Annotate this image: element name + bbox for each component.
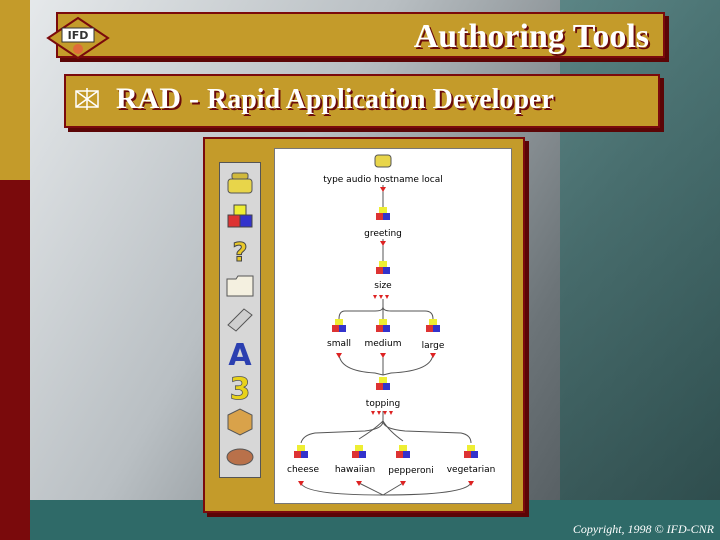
flow-node-medium[interactable]: medium: [365, 339, 402, 349]
blocks-icon[interactable]: [224, 201, 256, 233]
flow-node-small[interactable]: small: [327, 339, 351, 349]
small-node-icon: [332, 319, 346, 332]
copyright-text: Copyright, 1998 © IFD-CNR: [572, 522, 714, 536]
flow-node-hawaiian[interactable]: hawaiian: [335, 465, 375, 475]
flow-connectors: [294, 154, 478, 496]
logo-text: IFD: [68, 29, 89, 42]
box-icon[interactable]: [224, 405, 256, 437]
svg-text:A: A: [228, 338, 252, 369]
flow-node-start[interactable]: type audio hostname local: [323, 175, 443, 185]
vegetarian-node-icon: [464, 445, 478, 458]
heading-sep: -: [189, 82, 199, 115]
asterisk-bullet-icon: [75, 88, 99, 110]
size-node-icon: [376, 261, 390, 274]
flow-node-greeting[interactable]: greeting: [364, 229, 402, 239]
flow-node-topping[interactable]: topping: [366, 399, 400, 409]
flow-canvas[interactable]: type audio hostname local greeting size …: [274, 148, 512, 504]
question-icon[interactable]: ?: [224, 235, 256, 268]
subtitle-bar: RAD - Rapid Application Developer: [64, 74, 660, 128]
large-node-icon: [426, 319, 440, 332]
number-three-icon[interactable]: 3: [224, 371, 256, 403]
flow-node-cheese[interactable]: cheese: [287, 465, 319, 475]
title-bar: Authoring Tools: [56, 12, 665, 58]
heading-full: Rapid Application Developer: [207, 84, 554, 115]
flow-node-vegetarian[interactable]: vegetarian: [447, 465, 496, 475]
start-node-icon: [374, 154, 392, 168]
hawaiian-node-icon: [352, 445, 366, 458]
slide-title: Authoring Tools: [413, 18, 649, 55]
svg-text:3: 3: [230, 372, 251, 403]
medium-node-icon: [376, 319, 390, 332]
left-decor-bar-top: [0, 0, 30, 180]
flow-node-pepperoni[interactable]: pepperoni: [388, 466, 433, 476]
letter-a-icon[interactable]: A: [224, 337, 256, 369]
folder-icon[interactable]: [224, 269, 256, 301]
pepperoni-node-icon: [396, 445, 410, 458]
subtitle-heading: RAD - Rapid Application Developer: [116, 82, 554, 116]
handshake-icon[interactable]: [224, 439, 256, 471]
tool-palette: ? A 3: [219, 162, 261, 478]
ifd-logo: IFD: [46, 16, 110, 60]
svg-text:?: ?: [232, 238, 247, 267]
keyboard-icon[interactable]: [224, 303, 256, 335]
heading-abbr: RAD: [116, 82, 181, 115]
greeting-node-icon: [376, 207, 390, 220]
flow-node-size[interactable]: size: [374, 281, 391, 291]
telephone-icon[interactable]: [224, 167, 256, 199]
topping-node-icon: [376, 377, 390, 390]
cheese-node-icon: [294, 445, 308, 458]
flow-node-large[interactable]: large: [422, 341, 445, 351]
